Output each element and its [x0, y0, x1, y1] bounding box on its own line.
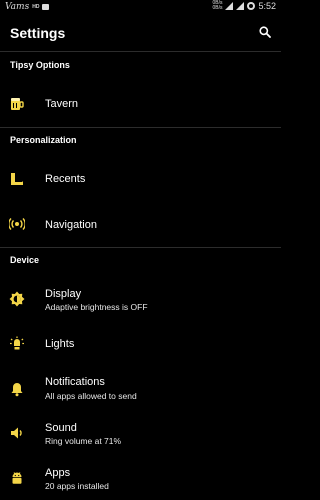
status-bar: Vams HD 0B/s 0B/s 5:52	[0, 0, 281, 15]
status-left: Vams HD	[5, 2, 50, 12]
lights-icon	[10, 336, 24, 350]
network-speed: 0B/s 0B/s	[212, 1, 222, 11]
section-header-device: Device	[10, 255, 40, 265]
settings-item-display[interactable]: Display Adaptive brightness is OFF	[0, 276, 281, 322]
navigation-icon	[9, 218, 25, 230]
item-title-notifications: Notifications	[45, 376, 105, 388]
section-header-tipsy-options: Tipsy Options	[10, 60, 70, 70]
settings-item-tavern[interactable]: Tavern	[0, 80, 281, 126]
app-bar: Settings	[0, 17, 281, 49]
item-subtitle-display: Adaptive brightness is OFF	[45, 302, 148, 312]
divider	[0, 247, 281, 248]
settings-item-lights[interactable]: Lights	[0, 322, 281, 368]
section-header-personalization: Personalization	[10, 135, 77, 145]
settings-item-recents[interactable]: Recents	[0, 155, 281, 201]
settings-item-apps[interactable]: Apps 20 apps installed	[0, 460, 281, 500]
settings-item-sound[interactable]: Sound Ring volume at 71%	[0, 414, 281, 460]
item-title-apps: Apps	[45, 467, 71, 479]
divider	[0, 51, 281, 52]
clock: 5:52	[258, 1, 276, 11]
wifi-signal-icon	[225, 2, 234, 10]
item-subtitle-notifications: All apps allowed to send	[45, 391, 137, 401]
display-brightness-icon	[9, 291, 25, 307]
page-title: Settings	[10, 25, 66, 41]
item-title-tavern: Tavern	[45, 98, 79, 110]
settings-item-notifications[interactable]: Notifications All apps allowed to send	[0, 368, 281, 414]
item-title-navigation: Navigation	[45, 219, 97, 231]
item-title-recents: Recents	[45, 173, 86, 185]
recents-icon	[11, 173, 23, 185]
item-title-display: Display	[45, 288, 82, 300]
image-notification-icon	[42, 4, 50, 10]
battery-icon	[247, 2, 256, 10]
divider	[0, 127, 281, 128]
apps-android-icon	[12, 472, 22, 484]
cell-signal-icon	[236, 2, 245, 10]
item-title-sound: Sound	[45, 422, 77, 434]
speed-down: 0B/s	[212, 5, 223, 11]
carrier-name: Vams	[5, 2, 30, 12]
tavern-icon	[11, 98, 24, 110]
search-icon[interactable]	[259, 26, 271, 38]
status-right: 0B/s 0B/s 5:52	[212, 1, 276, 12]
item-subtitle-apps: 20 apps installed	[45, 481, 109, 491]
sound-volume-icon	[11, 427, 22, 439]
hd-indicator: HD	[32, 4, 40, 10]
notifications-bell-icon	[11, 383, 23, 397]
item-subtitle-sound: Ring volume at 71%	[45, 436, 122, 446]
item-title-lights: Lights	[45, 338, 75, 350]
settings-item-navigation[interactable]: Navigation	[0, 201, 281, 247]
